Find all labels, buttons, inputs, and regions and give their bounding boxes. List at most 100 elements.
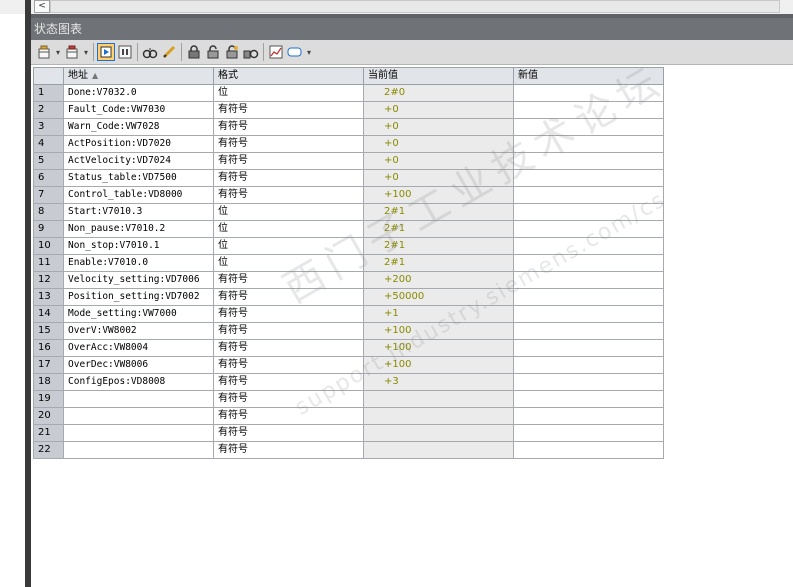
toolbar: ▾ ▾ ▾ <box>31 40 793 65</box>
format-cell[interactable]: 有符号 <box>213 305 364 323</box>
unforce-lock-icon[interactable] <box>204 43 222 61</box>
new-value-cell[interactable] <box>513 407 664 425</box>
address-cell[interactable]: OverAcc:VW8004 <box>63 339 214 357</box>
read-all-forced-icon[interactable] <box>242 43 260 61</box>
scroll-left-arrow[interactable]: < <box>34 0 50 13</box>
force-lock-icon[interactable] <box>185 43 203 61</box>
new-value-cell[interactable] <box>513 390 664 408</box>
chart-monitor-icon[interactable] <box>97 43 115 61</box>
format-cell[interactable]: 位 <box>213 203 364 221</box>
format-cell[interactable]: 有符号 <box>213 169 364 187</box>
pause-icon[interactable] <box>116 43 134 61</box>
insert-dropdown-icon[interactable]: ▾ <box>54 48 62 57</box>
row-number: 13 <box>33 288 64 306</box>
sort-ascending-icon: ▲ <box>92 71 99 80</box>
address-cell[interactable]: Enable:V7010.0 <box>63 254 214 272</box>
trend-view-icon[interactable] <box>267 43 285 61</box>
format-cell[interactable]: 有符号 <box>213 118 364 136</box>
table-row[interactable]: 20 有符号 <box>33 407 664 425</box>
address-cell[interactable]: OverV:VW8002 <box>63 322 214 340</box>
address-cell[interactable]: Mode_setting:VW7000 <box>63 305 214 323</box>
current-value-column-header[interactable]: 当前值 <box>363 67 514 85</box>
write-pencil-icon[interactable] <box>160 43 178 61</box>
toolbar-separator <box>181 43 182 61</box>
row-number: 21 <box>33 424 64 442</box>
row-number: 6 <box>33 169 64 187</box>
delete-row-icon[interactable] <box>63 43 81 61</box>
row-number: 11 <box>33 254 64 272</box>
address-cell[interactable]: Non_stop:V7010.1 <box>63 237 214 255</box>
insert-row-icon[interactable] <box>35 43 53 61</box>
toolbar-separator <box>93 43 94 61</box>
row-number: 1 <box>33 84 64 102</box>
table-row[interactable]: 13 Position_setting:VD7002 有符号 +50000 <box>33 288 664 306</box>
toolbar-separator <box>263 43 264 61</box>
address-cell[interactable] <box>63 407 214 425</box>
new-value-cell[interactable] <box>513 288 664 306</box>
address-cell[interactable]: Position_setting:VD7002 <box>63 288 214 306</box>
address-cell[interactable]: Fault_Code:VW7030 <box>63 101 214 119</box>
new-value-cell[interactable] <box>513 305 664 323</box>
address-cell[interactable]: ActVelocity:VD7024 <box>63 152 214 170</box>
address-cell[interactable]: Warn_Code:VW7028 <box>63 118 214 136</box>
format-cell[interactable]: 有符号 <box>213 135 364 153</box>
format-cell[interactable]: 有符号 <box>213 101 364 119</box>
format-column-header[interactable]: 格式 <box>213 67 364 85</box>
tooltip-icon[interactable] <box>286 43 304 61</box>
read-icon[interactable] <box>141 43 159 61</box>
horizontal-scrollbar-thumb[interactable] <box>50 0 780 13</box>
address-column-header[interactable]: 地址 ▲ <box>63 67 214 85</box>
address-cell[interactable]: OverDec:VW8006 <box>63 356 214 374</box>
new-value-cell[interactable] <box>513 322 664 340</box>
unforce-all-icon[interactable] <box>223 43 241 61</box>
format-cell[interactable]: 有符号 <box>213 322 364 340</box>
address-cell[interactable] <box>63 390 214 408</box>
row-number: 10 <box>33 237 64 255</box>
address-cell[interactable]: Velocity_setting:VD7006 <box>63 271 214 289</box>
format-cell[interactable]: 有符号 <box>213 424 364 442</box>
address-cell[interactable] <box>63 441 214 459</box>
table-row[interactable]: 7 Control_table:VD8000 有符号 +100 <box>33 186 664 204</box>
format-cell[interactable]: 有符号 <box>213 441 364 459</box>
table-row[interactable]: 15 OverV:VW8002 有符号 +100 <box>33 322 664 340</box>
address-cell[interactable]: ConfigEpos:VD8008 <box>63 373 214 391</box>
tooltip-dropdown-icon[interactable]: ▾ <box>305 48 313 57</box>
new-value-cell[interactable] <box>513 424 664 442</box>
table-row[interactable]: 21 有符号 <box>33 424 664 442</box>
status-chart-window: 状态图表 ▾ ▾ ▾ 地址 ▲ 格式 当前值 新值 1 Done:V7032.0… <box>31 14 793 587</box>
table-row[interactable]: 6 Status_table:VD7500 有符号 +0 <box>33 169 664 187</box>
row-number: 18 <box>33 373 64 391</box>
row-number: 8 <box>33 203 64 221</box>
row-number: 17 <box>33 356 64 374</box>
left-gutter <box>0 14 27 587</box>
table-row[interactable]: 22 有符号 <box>33 441 664 459</box>
toolbar-separator <box>137 43 138 61</box>
address-cell[interactable]: Status_table:VD7500 <box>63 169 214 187</box>
top-scrollbar-strip: < <box>0 0 793 15</box>
current-value-cell: 2#0 <box>363 84 514 102</box>
delete-dropdown-icon[interactable]: ▾ <box>82 48 90 57</box>
current-value-cell: +3 <box>363 373 514 391</box>
new-value-cell[interactable] <box>513 441 664 459</box>
row-number: 15 <box>33 322 64 340</box>
address-cell[interactable]: Non_pause:V7010.2 <box>63 220 214 238</box>
address-cell[interactable] <box>63 424 214 442</box>
current-value-cell <box>363 407 514 425</box>
row-number: 2 <box>33 101 64 119</box>
format-cell[interactable]: 位 <box>213 84 364 102</box>
row-number: 14 <box>33 305 64 323</box>
format-cell[interactable]: 有符号 <box>213 186 364 204</box>
address-cell[interactable]: Done:V7032.0 <box>63 84 214 102</box>
new-value-cell[interactable] <box>513 339 664 357</box>
table-row[interactable]: 14 Mode_setting:VW7000 有符号 +1 <box>33 305 664 323</box>
format-cell[interactable]: 有符号 <box>213 152 364 170</box>
format-cell[interactable]: 有符号 <box>213 407 364 425</box>
format-cell[interactable]: 有符号 <box>213 339 364 357</box>
new-value-cell[interactable] <box>513 356 664 374</box>
address-cell[interactable]: Start:V7010.3 <box>63 203 214 221</box>
table-row[interactable]: 16 OverAcc:VW8004 有符号 +100 <box>33 339 664 357</box>
current-value-cell <box>363 424 514 442</box>
address-cell[interactable]: ActPosition:VD7020 <box>63 135 214 153</box>
address-cell[interactable]: Control_table:VD8000 <box>63 186 214 204</box>
new-value-cell[interactable] <box>513 373 664 391</box>
